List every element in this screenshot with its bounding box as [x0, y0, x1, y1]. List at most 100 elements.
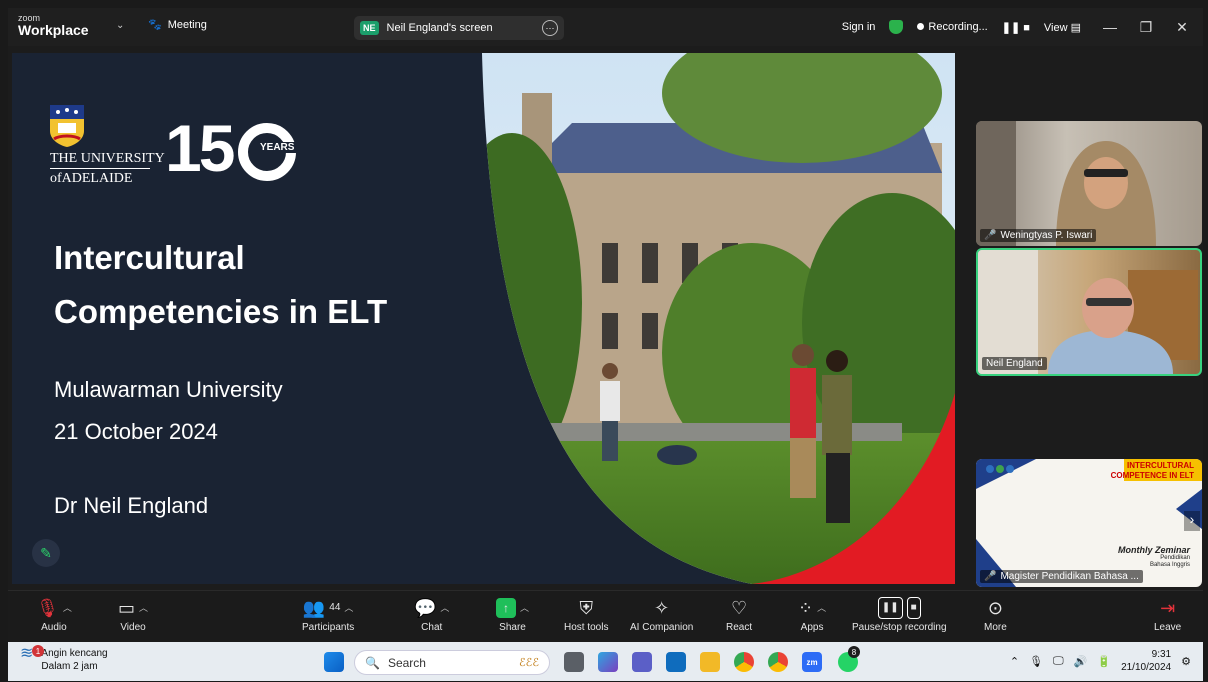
participant-name-tag: 🎤 Weningtyas P. Iswari: [980, 229, 1097, 242]
share-button[interactable]: ↑ ︿ Share: [496, 597, 529, 633]
ai-companion-button[interactable]: ✧ AI Companion: [630, 597, 693, 633]
annotate-pencil-icon[interactable]: ✎: [32, 539, 60, 567]
weather-line2: Dalam 2 jam: [41, 661, 98, 672]
shared-slide: THE UNIVERSITY ofADELAIDE 15 YEARS Inter…: [12, 53, 955, 584]
participant-name: Neil England: [986, 358, 1043, 369]
search-highlight-icon: ℰℰℰ: [519, 657, 539, 669]
participant-name: Magister Pendidikan Bahasa ...: [1000, 571, 1139, 582]
file-explorer-icon[interactable]: [700, 652, 720, 672]
chevron-up-icon[interactable]: ︿: [344, 598, 353, 618]
system-tray: ⌃ 🎙 🖵 🔊 🔋 9:31 21/10/2024 ⚙: [1010, 648, 1191, 674]
sign-in-link[interactable]: Sign in: [842, 21, 876, 33]
muted-mic-icon: 🎤: [984, 230, 997, 241]
chat-button[interactable]: 💬 ︿ Chat: [414, 597, 449, 633]
chrome-icon[interactable]: [734, 652, 754, 672]
pause-icon: ❚❚: [877, 597, 903, 619]
close-icon[interactable]: ✕: [1167, 19, 1197, 36]
participant-tile-1[interactable]: 🎤 Weningtyas P. Iswari: [976, 121, 1202, 246]
recording-label: Recording...: [928, 21, 988, 33]
notification-badge: 1: [32, 645, 44, 657]
chat-icon: 💬: [414, 598, 437, 618]
search-placeholder: Search: [387, 655, 426, 670]
next-page-icon[interactable]: ›: [1184, 511, 1200, 531]
task-view-icon[interactable]: [564, 652, 584, 672]
host-tools-button[interactable]: ⛨ Host tools: [564, 597, 608, 633]
restore-icon[interactable]: ❐: [1131, 19, 1161, 36]
heart-icon: ♡: [730, 598, 748, 618]
minimize-icon[interactable]: —: [1095, 19, 1125, 35]
meeting-info-button[interactable]: 🐾 Meeting: [148, 18, 207, 32]
weather-widget[interactable]: ≋ 1 Angin kencang Dalam 2 jam: [20, 645, 108, 673]
participant-video: [978, 250, 1198, 374]
share-label: Neil England's screen: [386, 22, 493, 34]
screen-share-pill[interactable]: NE Neil England's screen ···: [354, 16, 564, 40]
recording-control-button[interactable]: ❚❚ ■ Pause/stop recording: [852, 597, 947, 633]
chrome-profile-icon[interactable]: [768, 652, 788, 672]
whatsapp-icon[interactable]: 8: [838, 646, 860, 672]
more-button[interactable]: ⊙ More: [984, 597, 1007, 633]
shield-icon[interactable]: [889, 20, 904, 34]
taskbar-search[interactable]: 🔍 Search ℰℰℰ: [354, 650, 550, 675]
shield-icon: ⛨: [579, 598, 593, 618]
battery-icon[interactable]: 🔋: [1097, 655, 1111, 668]
thumb-tagline: Monthly Zeminar Pendidikan Bahasa Inggri…: [1118, 545, 1190, 569]
zoom-app-icon[interactable]: zm: [802, 652, 822, 672]
campus-photo: [482, 53, 955, 584]
stop-icon: ■: [906, 597, 921, 619]
audio-label: Audio: [41, 622, 67, 633]
more-label: More: [984, 622, 1007, 633]
video-label: Video: [120, 622, 146, 633]
anniversary-badge: YEARS: [238, 123, 297, 181]
teams-icon[interactable]: [632, 652, 652, 672]
clock[interactable]: 9:31 21/10/2024: [1121, 648, 1171, 674]
apps-label: Apps: [800, 622, 824, 633]
outlook-icon[interactable]: [666, 652, 686, 672]
leave-button[interactable]: ⇥ Leave: [1154, 597, 1181, 633]
slide-title-line2: Competencies in ELT: [54, 293, 388, 330]
participants-button[interactable]: 👥 44 ︿ Participants: [302, 597, 354, 633]
thumb-heading-line1: INTERCULTURAL: [1127, 461, 1194, 470]
ai-companion-label: AI Companion: [630, 622, 694, 633]
participant-tile-2[interactable]: Neil England: [976, 248, 1202, 376]
chevron-up-icon[interactable]: ︿: [139, 598, 148, 618]
chevron-down-icon[interactable]: ⌄: [116, 20, 124, 31]
participant-name-tag: 🎤 Magister Pendidikan Bahasa ...: [980, 570, 1143, 583]
video-button[interactable]: ▭ ︿ Video: [118, 597, 148, 633]
recording-control-label: Pause/stop recording: [852, 622, 947, 633]
participants-icon: 👥: [302, 598, 326, 618]
chevron-up-icon[interactable]: ︿: [63, 598, 72, 618]
recording-indicator[interactable]: Recording...: [917, 21, 988, 33]
whatsapp-badge: 8: [848, 646, 860, 658]
university-wordmark: THE UNIVERSITY ofADELAIDE: [50, 151, 165, 186]
pause-stop-icon[interactable]: ❚❚ ■: [1002, 21, 1030, 34]
microphone-icon[interactable]: 🎙: [1029, 655, 1043, 668]
participant-video: [976, 121, 1156, 246]
windows-taskbar: ≋ 1 Angin kencang Dalam 2 jam 🔍 Search ℰ…: [8, 642, 1203, 681]
start-icon[interactable]: [324, 652, 344, 672]
volume-icon[interactable]: 🔊: [1074, 655, 1088, 668]
thumb-heading: INTERCULTURAL COMPETENCE IN ELT: [1111, 461, 1194, 481]
chevron-up-icon[interactable]: ⌃: [1010, 655, 1019, 668]
clock-time: 9:31: [1151, 649, 1172, 660]
meeting-toolbar: 🎙 ︿ Audio ▭ ︿ Video 👥 44 ︿ Participants 💬 ︿ C…: [8, 590, 1203, 642]
react-button[interactable]: ♡ React: [726, 597, 752, 633]
participant-tile-3[interactable]: INTERCULTURAL COMPETENCE IN ELT Monthly …: [976, 459, 1202, 587]
more-icon: ⊙: [987, 598, 1003, 618]
slide-title: Intercultural Competencies in ELT: [54, 231, 474, 339]
chevron-up-icon[interactable]: ︿: [520, 598, 529, 618]
clock-date: 21/10/2024: [1121, 662, 1172, 673]
notifications-icon[interactable]: ⚙: [1181, 655, 1191, 668]
copilot-icon[interactable]: [598, 652, 618, 672]
audio-button[interactable]: 🎙 ︿ Audio: [36, 597, 72, 633]
chevron-up-icon[interactable]: ︿: [817, 598, 826, 618]
leave-icon: ⇥: [1160, 598, 1176, 618]
more-options-icon[interactable]: ···: [542, 20, 558, 36]
share-screen-icon: ↑: [496, 598, 516, 618]
view-button[interactable]: View ▤: [1044, 21, 1081, 34]
zoom-window: zoom Workplace ⌄ 🐾 Meeting NE Neil Engla…: [8, 8, 1203, 681]
chevron-up-icon[interactable]: ︿: [440, 598, 449, 618]
apps-button[interactable]: ⁘ ︿ Apps: [798, 597, 826, 633]
network-icon[interactable]: 🖵: [1053, 655, 1064, 668]
slide-date: 21 October 2024: [54, 419, 218, 444]
video-camera-icon: ▭: [118, 598, 136, 618]
